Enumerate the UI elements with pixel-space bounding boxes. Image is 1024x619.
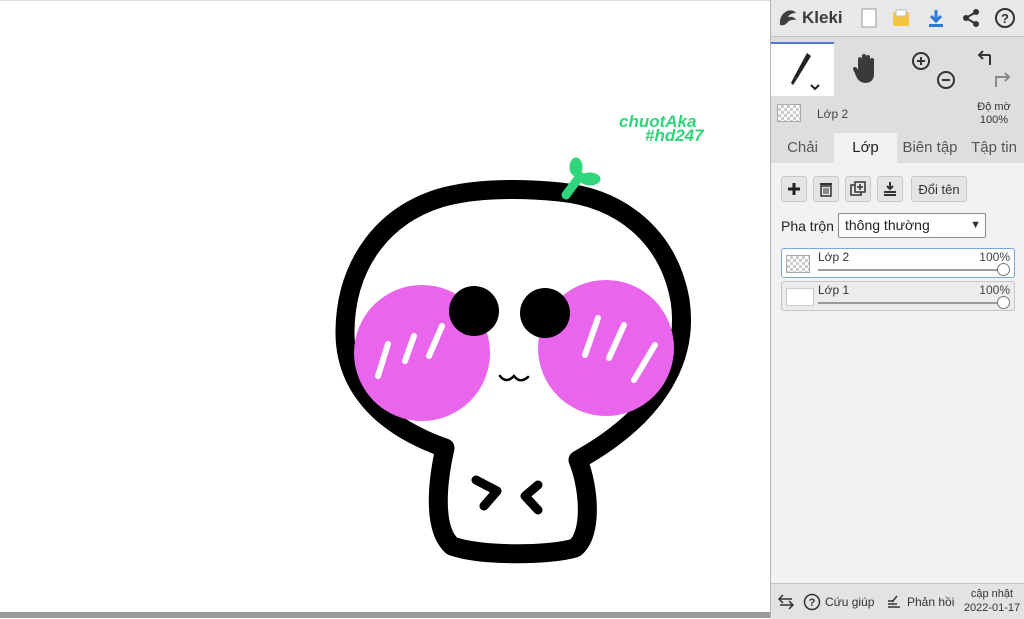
duplicate-layer-button[interactable] xyxy=(845,176,871,202)
layer-thumbnail xyxy=(786,288,814,306)
left-eye xyxy=(449,286,499,336)
feedback-icon xyxy=(888,595,900,608)
right-eye xyxy=(520,288,570,338)
brush-tool-icon xyxy=(790,53,820,91)
opacity-label: Độ mờ xyxy=(977,101,1011,113)
app-topbar: Kleki ? xyxy=(771,0,1024,37)
update-label: cập nhật xyxy=(970,588,1014,600)
layer-item-1[interactable]: Lớp 1 100% xyxy=(781,281,1015,311)
current-layer-name: Lớp 2 xyxy=(817,107,849,121)
app-logo[interactable]: Kleki xyxy=(777,6,843,30)
zoom-in-icon xyxy=(911,52,930,70)
trash-icon xyxy=(820,183,832,197)
new-file-icon[interactable] xyxy=(857,6,881,30)
chevron-down-icon: ▼ xyxy=(970,219,981,231)
blend-mode-select[interactable]: thông thường ▼ xyxy=(838,213,986,238)
layer-opacity: 100% xyxy=(979,250,1010,264)
opacity-value: 100% xyxy=(979,114,1009,126)
layer-opacity: 100% xyxy=(979,283,1010,297)
layer-opacity-slider[interactable] xyxy=(997,263,1010,276)
hand-tool-icon xyxy=(852,54,874,83)
redo-icon xyxy=(994,72,1010,87)
hand-tool[interactable] xyxy=(834,42,897,96)
help-button[interactable]: ? Cứu giúp xyxy=(803,584,874,619)
layer-name: Lớp 2 xyxy=(818,250,850,264)
panel-tabs: Chải Lớp Biên tập Tập tin xyxy=(771,133,1024,163)
tab-file[interactable]: Tập tin xyxy=(963,133,1024,163)
app-name: Kleki xyxy=(802,8,843,27)
tab-edit[interactable]: Biên tập xyxy=(897,133,963,163)
layer-opacity-track xyxy=(818,269,1002,271)
layers-panel: Đổi tên Pha trộn thông thường ▼ Lớp 2 10… xyxy=(771,163,1024,583)
undo-icon xyxy=(977,50,991,65)
layer-opacity-track xyxy=(818,302,1002,304)
swap-panel-button[interactable] xyxy=(777,584,795,619)
layer-thumbnail xyxy=(786,255,810,273)
side-panel: Kleki ? Lớp 2 Độ mờ 100% Chải Lớp Biên t… xyxy=(770,0,1024,619)
help-label: Cứu giúp xyxy=(825,594,875,609)
layer-opacity-slider[interactable] xyxy=(997,296,1010,309)
plus-icon xyxy=(788,183,800,195)
blend-mode-value: thông thường xyxy=(845,217,930,233)
tab-brush[interactable]: Chải xyxy=(771,133,834,163)
help-icon[interactable]: ? xyxy=(993,6,1017,30)
kleki-logo-icon xyxy=(779,10,796,26)
swap-arrows-icon xyxy=(777,593,795,610)
brush-tool[interactable] xyxy=(771,42,834,96)
current-layer-info: Lớp 2 Độ mờ 100% xyxy=(771,98,1024,130)
question-icon: ? xyxy=(803,593,821,610)
svg-text:?: ? xyxy=(809,597,816,609)
feedback-button[interactable]: Phản hồi xyxy=(885,584,954,619)
blend-mode-label: Pha trộn xyxy=(781,218,834,234)
zoom-out-icon xyxy=(936,71,955,89)
zoom-tools xyxy=(898,42,961,96)
tool-row xyxy=(771,42,1024,96)
add-layer-button[interactable] xyxy=(781,176,807,202)
watermark-line2: #hd247 xyxy=(645,126,705,145)
panel-footer: ? Cứu giúp Phản hồi cập nhật 2022-01-17 xyxy=(771,583,1024,619)
duplicate-icon xyxy=(850,181,866,196)
tab-layers[interactable]: Lớp xyxy=(834,133,897,163)
update-info[interactable]: cập nhật 2022-01-17 xyxy=(961,587,1023,615)
merge-down-icon xyxy=(884,182,896,196)
merge-layer-button[interactable] xyxy=(877,176,903,202)
layer-item-2[interactable]: Lớp 2 100% xyxy=(781,248,1015,278)
svg-text:?: ? xyxy=(1001,11,1009,26)
share-icon[interactable] xyxy=(959,6,983,30)
delete-layer-button[interactable] xyxy=(813,176,839,202)
feedback-label: Phản hồi xyxy=(907,594,955,609)
download-icon[interactable] xyxy=(924,6,948,30)
rename-layer-button[interactable]: Đổi tên xyxy=(911,176,967,202)
update-date: 2022-01-17 xyxy=(963,602,1021,614)
canvas-drawing: chuotAka #hd247 xyxy=(335,112,705,564)
layer-name: Lớp 1 xyxy=(818,283,850,297)
canvas-bottom-scrollbar xyxy=(0,612,770,618)
open-file-icon[interactable] xyxy=(889,6,913,30)
history-tools xyxy=(961,42,1024,96)
drawing-canvas[interactable]: chuotAka #hd247 xyxy=(0,0,770,612)
current-layer-thumbnail xyxy=(777,104,801,122)
